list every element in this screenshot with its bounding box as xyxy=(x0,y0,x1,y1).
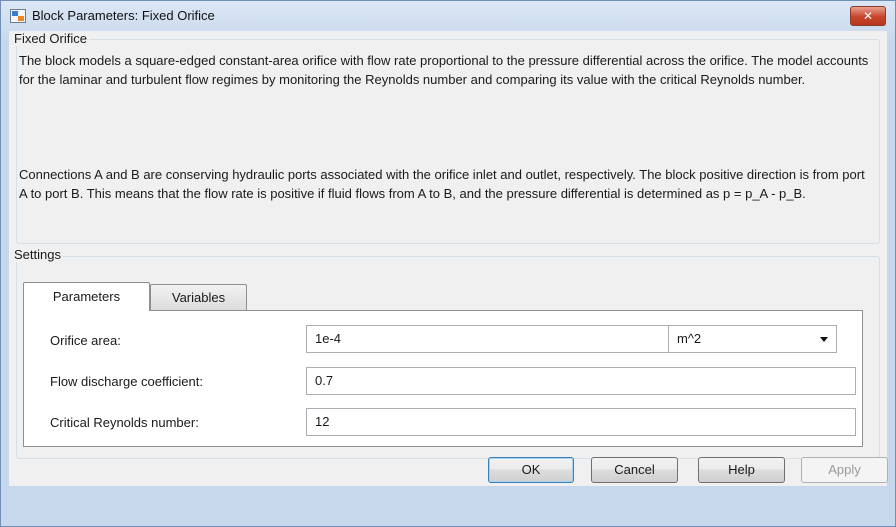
window-title: Block Parameters: Fixed Orifice xyxy=(32,8,215,23)
chevron-down-icon xyxy=(820,337,828,342)
orifice-area-unit-value: m^2 xyxy=(677,331,702,346)
flow-discharge-coefficient-label: Flow discharge coefficient: xyxy=(50,374,203,389)
orifice-area-unit-select[interactable]: m^2 xyxy=(668,325,837,353)
orifice-area-label: Orifice area: xyxy=(50,333,121,348)
orifice-area-value: 1e-4 xyxy=(315,331,342,346)
cancel-button[interactable]: Cancel xyxy=(591,457,678,483)
flow-discharge-coefficient-input[interactable]: 0.7 xyxy=(306,367,856,395)
ok-button[interactable]: OK xyxy=(488,457,574,483)
dialog-client-area: Fixed Orifice The block models a square-… xyxy=(9,31,887,486)
critical-reynolds-number-value: 12 xyxy=(315,414,330,429)
critical-reynolds-number-input[interactable]: 12 xyxy=(306,408,856,436)
description-paragraph-1: The block models a square-edged constant… xyxy=(19,53,869,87)
close-button[interactable]: ✕ xyxy=(850,6,886,26)
close-icon: ✕ xyxy=(862,9,874,23)
settings-group-title: Settings xyxy=(12,247,63,262)
tab-variables[interactable]: Variables xyxy=(150,284,247,310)
simulink-block-icon xyxy=(10,9,26,23)
description-group-title: Fixed Orifice xyxy=(12,31,89,46)
tab-parameters[interactable]: Parameters xyxy=(23,282,150,311)
dialog-window: Block Parameters: Fixed Orifice ✕ Fixed … xyxy=(0,0,896,527)
description-paragraph-2: Connections A and B are conserving hydra… xyxy=(19,167,865,201)
flow-discharge-coefficient-value: 0.7 xyxy=(315,373,334,388)
apply-button[interactable]: Apply xyxy=(801,457,888,483)
tab-parameters-label: Parameters xyxy=(52,289,121,304)
tab-variables-label: Variables xyxy=(171,290,226,305)
orifice-area-input[interactable]: 1e-4 xyxy=(306,325,669,353)
title-bar[interactable]: Block Parameters: Fixed Orifice ✕ xyxy=(1,1,895,31)
help-button[interactable]: Help xyxy=(698,457,785,483)
critical-reynolds-number-label: Critical Reynolds number: xyxy=(50,415,199,430)
